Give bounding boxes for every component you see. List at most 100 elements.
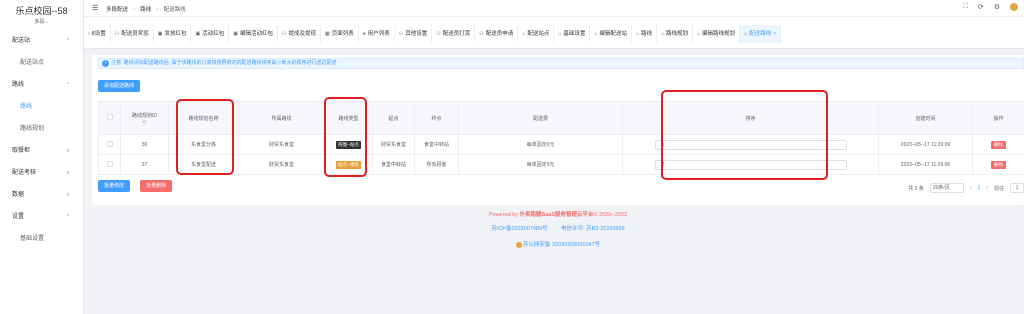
cell-start: 食堂中转站 (372, 154, 415, 175)
page-size-select[interactable]: 20条/页 (929, 183, 964, 193)
tab-item[interactable]: ▦ 页面列表 (321, 25, 359, 43)
pagination-total: 共 2 条 (908, 185, 924, 192)
sidebar-item-label: 配送站点 (20, 60, 45, 66)
sidebar-item-pickup-cabinet[interactable]: 取餐柜 v (0, 140, 83, 162)
tab-label: 配送员打赏 (442, 31, 471, 37)
chevron-up-icon: ^ (66, 214, 69, 220)
row-select-cell (98, 154, 121, 175)
row-checkbox[interactable] (106, 140, 113, 147)
tab-item[interactable]: ⚇ 配送员打赏 (432, 25, 476, 43)
tab-item[interactable]: ⌂ 路线规划 (657, 25, 694, 43)
refresh-icon[interactable]: ⟳ (978, 3, 984, 11)
sort-icon[interactable]: ◇ (143, 119, 147, 125)
delete-button[interactable]: 删除 (991, 140, 1006, 149)
close-icon[interactable]: × (773, 25, 776, 43)
tab-icon: ▣ (157, 31, 163, 37)
tab-icon: ⌂ (558, 31, 562, 37)
breadcrumb-item[interactable]: 路线 (140, 7, 151, 13)
footer-police-link[interactable]: 苏公网安备 32030302001047号 (523, 242, 600, 248)
select-all-cell (98, 101, 121, 135)
column-header-route: 所属路线 (238, 101, 325, 135)
highlight-box-sort-column (661, 90, 828, 180)
sidebar-item-basic-settings[interactable]: 基础设置 (0, 228, 83, 250)
tab-item[interactable]: ● 用户列表 (359, 25, 395, 43)
batch-delete-button[interactable]: 批量删除 (140, 180, 173, 192)
sidebar-item-settings[interactable]: 设置 ^ (0, 206, 83, 228)
footer-icp-link[interactable]: 苏ICP备2022007489号 (491, 226, 547, 232)
menu-fold-icon[interactable]: ☰ (92, 4, 98, 12)
tab-item[interactable]: ⌂ 路线 (632, 25, 657, 43)
sidebar-item-label: 配送站 (12, 38, 31, 44)
tab-icon: ⚇ (479, 31, 484, 37)
row-checkbox[interactable] (106, 160, 113, 167)
tab-icon: ⌂ (635, 31, 639, 37)
tab-icon: ⚇ (281, 31, 287, 37)
tab-label: 用户列表 (367, 31, 390, 37)
sidebar-item-assessment[interactable]: 配送考核 v (0, 162, 83, 184)
app-subtitle: 多段... (34, 19, 49, 25)
notice-banner: i 注意: 路线添加配送路线后, 属于该路线的订单将按照绑定的配送路线排序由小到… (98, 58, 1024, 69)
tab-item[interactable]: ‹ 8设置 (84, 25, 111, 43)
topbar-tools: ⛶ ⟳ ⚙ (963, 3, 1018, 11)
sidebar-item-label: 设置 (12, 214, 25, 220)
tab-item[interactable]: ⌂ 配送站点 (518, 25, 555, 43)
sidebar-item-station-points[interactable]: 配送站点 (0, 52, 83, 74)
sidebar-item-route-list[interactable]: 路线 (0, 96, 83, 118)
sidebar-item-station[interactable]: 配送站 ^ (0, 30, 83, 52)
footer-powered: Powered by 外卖跑腿SaaS服务管理云平台© 2020--2022 (92, 210, 1024, 218)
cell-id: 37 (120, 154, 169, 175)
tab-icon: ⌂ (594, 31, 598, 37)
tab-item[interactable]: ▣ 编辑活动红包 (229, 25, 278, 43)
table-row: 37 东食堂配送 财贸东食堂 站点--楼栋 食堂中转站 所有顾客 每单固定0元 … (98, 154, 1024, 175)
tab-label: 基础设置 (563, 31, 586, 37)
column-header-created: 创建时间 (878, 101, 973, 135)
tab-label: 路线 (640, 31, 652, 37)
sidebar-item-label: 路线规划 (20, 126, 45, 132)
footer-brand[interactable]: 外卖跑腿SaaS服务管理云平台 (519, 212, 593, 218)
tab-icon: ⌂ (660, 31, 664, 37)
footer: Powered by 外卖跑腿SaaS服务管理云平台© 2020--2022 苏… (92, 206, 1024, 248)
batch-edit-button[interactable]: 批量修改 (98, 180, 131, 192)
police-badge-icon (515, 241, 522, 248)
tab-item[interactable]: ⚇ 配送员申请 (475, 25, 519, 43)
tab-item[interactable]: ⚇ 其他设置 (395, 25, 433, 43)
tab-icon: ⚇ (436, 31, 441, 37)
avatar[interactable] (1010, 3, 1018, 11)
tab-icon: ● (362, 31, 366, 37)
tab-item[interactable]: ⌂ 基础设置 (554, 25, 591, 43)
fullscreen-icon[interactable]: ⛶ (963, 3, 968, 11)
settings-icon[interactable]: ⚙ (994, 3, 1000, 11)
row-select-cell (98, 134, 121, 155)
tab-item[interactable]: ▣ 发放红包 (154, 25, 192, 43)
sidebar-item-route-plan[interactable]: 路线规划 (0, 118, 83, 140)
delete-button[interactable]: 删除 (991, 160, 1006, 169)
goto-page-input[interactable]: 1 (1010, 183, 1024, 193)
chevron-up-icon: ^ (66, 38, 69, 44)
tab-item[interactable]: ⌂ 编辑配送站 (590, 25, 632, 43)
breadcrumb-separator: > (132, 7, 136, 13)
column-header-fee: 配送费 (458, 101, 623, 135)
column-header-id[interactable]: 路线规划ID ◇ (120, 101, 169, 135)
tab-item[interactable]: ⚇ 配送员奖惩 (111, 25, 154, 43)
sidebar-item-route[interactable]: 路线 ^ (0, 74, 83, 96)
page-number[interactable]: 1 (978, 185, 981, 191)
breadcrumb-item[interactable]: 多段配送 (106, 7, 128, 13)
tab-item[interactable]: ⌂ 配送路线 × (740, 25, 782, 43)
column-header-action: 操作 (972, 101, 1024, 135)
highlight-box-type-column (324, 97, 367, 177)
footer-police: 苏公网安备 32030302001047号 (92, 240, 1024, 248)
tab-item[interactable]: ⌂ 编辑路线规划 (693, 25, 741, 43)
sidebar-item-data[interactable]: 数据 v (0, 184, 83, 206)
select-all-checkbox[interactable] (106, 114, 113, 120)
add-route-button[interactable]: 添加配送路线 (98, 80, 141, 92)
goto-label: 前往 (993, 185, 1004, 192)
chevron-down-icon: v (66, 148, 70, 154)
tab-item[interactable]: ⚇ 提成及提现 (278, 25, 321, 43)
tab-label: 编辑路线规划 (702, 31, 736, 37)
table-header-row: 路线规划ID ◇ 路线规划名称 所属路线 路线类型 起点 终点 配送费 排序 创建… (98, 101, 1024, 135)
tab-item[interactable]: ▣ 活动红包 (191, 25, 230, 43)
prev-page-icon[interactable]: ‹ (970, 185, 972, 191)
sidebar-item-label: 基础设置 (20, 236, 45, 242)
next-page-icon[interactable]: › (986, 185, 988, 191)
tab-label: 编辑配送站 (599, 31, 627, 37)
